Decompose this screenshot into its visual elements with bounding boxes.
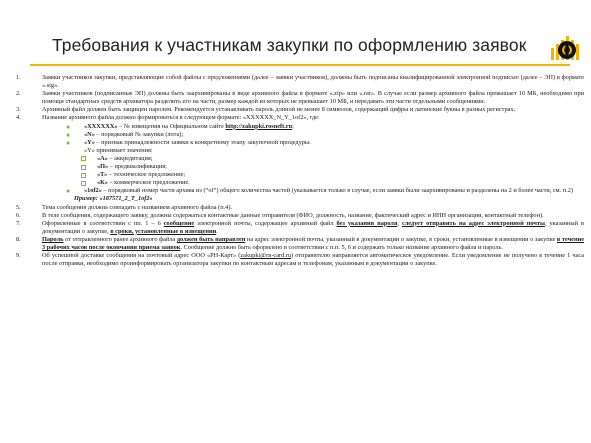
sub-item: ● «XXXXXX» – № извещения на Официальном … — [14, 123, 584, 131]
list-item: 1. Заявки участников закупки, представля… — [14, 74, 584, 90]
list-item: 7. Оформленные в соответствии с пп. 1 – … — [14, 220, 584, 236]
item-text: Оформленные в соответствии с пп. 1 – 6 — [42, 219, 164, 227]
list-item: 8. Пароль от отправленного ранее архивно… — [14, 236, 584, 252]
item-text: Тема сообщения должна совпадать с назван… — [42, 203, 232, 211]
sub-item-text: – № извещения на Официальном сайте — [117, 122, 226, 130]
item-emphasis: следует отправить на адрес электронной п… — [401, 219, 545, 227]
slide: Требования к участникам закупки по оформ… — [0, 0, 591, 443]
requirements-list: 1. Заявки участников закупки, представля… — [14, 74, 584, 268]
sub-item-tail: ; — [292, 122, 294, 130]
item-text: Архивный файл должен быть защищен пароле… — [42, 106, 516, 114]
y-value-item: «А» – аккредитация; — [14, 155, 584, 163]
y-value-item: «П» – предквалификация; — [14, 163, 584, 171]
bullet-icon: ● — [66, 138, 71, 147]
item-text: Об успешной доставке сообщения на почтов… — [42, 252, 241, 260]
item-text: от отправленного ранее архивного файла — [63, 235, 177, 243]
sub-item-key: «Y» — [84, 138, 95, 146]
y-value-key: «П» — [97, 163, 109, 171]
item-text: на адрес электронной почты, указанный в … — [245, 235, 557, 243]
list-item: 5. Тема сообщения должна совпадать с наз… — [14, 204, 584, 212]
item-number: 9. — [16, 252, 21, 260]
y-value-key: «А» — [97, 154, 108, 162]
y-value-text: – предквалификация; — [108, 163, 167, 171]
y-value-text: – аккредитация; — [107, 154, 153, 162]
square-bullet-icon — [81, 156, 86, 162]
item-number: 4. — [16, 114, 21, 122]
y-value-text: – техническое предложение; — [107, 171, 186, 179]
list-item: 6. В теле сообщения, содержащего заявку,… — [14, 212, 584, 220]
list-item: 4. Название архивного файла должно форми… — [14, 114, 584, 122]
item-text: В теле сообщения, содержащего заявку, до… — [42, 211, 544, 219]
list-item: 2. Заявки участников (подписанные ЭП) до… — [14, 90, 584, 106]
part-text: – порядковый номер части архива из (“of”… — [101, 187, 573, 195]
bullet-icon: ● — [66, 187, 71, 196]
item-emphasis: без указания пароля — [336, 219, 398, 227]
item-text: электронной почты, содержащее архивный ф… — [194, 219, 337, 227]
item-text: Заявки участников (подписанные ЭП) должн… — [42, 90, 584, 106]
item-emphasis: Пароль — [42, 235, 64, 243]
item-emphasis: в сроки, установленные в извещении — [110, 227, 217, 235]
example-line: Пример: «187571_2_Т_1of2» — [14, 195, 584, 203]
item-emphasis: должен быть направлен — [176, 235, 246, 243]
item-number: 3. — [16, 106, 21, 114]
sub-item: ● «1of2» – порядковый номер части архива… — [14, 187, 584, 195]
item-number: 6. — [16, 211, 21, 219]
item-text: . Сообщение должно быть оформлено в соот… — [180, 243, 503, 251]
item-number: 1. — [16, 74, 21, 81]
item-emphasis: сообщение — [163, 219, 195, 227]
square-bullet-icon — [81, 180, 86, 186]
list-item: 9. Об успешной доставке сообщения на поч… — [14, 252, 584, 268]
item-text: Заявки участников закупки, представляющи… — [42, 74, 584, 90]
bullet-icon: ● — [66, 130, 71, 139]
square-bullet-icon — [81, 172, 86, 178]
y-value-item: «К» – коммерческое предложение. — [14, 179, 584, 187]
y-value-text: – коммерческое предложение. — [107, 179, 190, 187]
list-item: 3. Архивный файл должен быть защищен пар… — [14, 106, 584, 114]
example-label: Пример: — [74, 195, 100, 203]
item-number: 2. — [16, 90, 21, 98]
sub-item-key: «XXXXXX» — [84, 122, 118, 130]
part-key: «1of2» — [84, 187, 102, 195]
sub-item-text: – порядковый № закупки (лота); — [94, 130, 184, 138]
y-value-key: «Т» — [97, 171, 108, 179]
bullet-icon: ● — [66, 122, 71, 131]
sub-item: ● «Y» – признак принадлежности заявки к … — [14, 139, 584, 147]
y-intro: «Y» принимает значения: — [84, 146, 153, 154]
email-link[interactable]: zakupki@rn-card.ru — [240, 252, 291, 259]
item-number: 5. — [16, 203, 21, 211]
item-text: Название архивного файла должно формиров… — [42, 114, 320, 122]
zakupki-link[interactable]: http://zakupki.rosneft.ru — [225, 123, 292, 130]
square-bullet-icon — [81, 164, 86, 170]
example-value: «187571_2_Т_1of2» — [99, 195, 153, 203]
sub-item: ● «N» – порядковый № закупки (лота); — [14, 131, 584, 139]
y-value-item: «Т» – техническое предложение; — [14, 171, 584, 179]
y-value-key: «К» — [97, 179, 108, 187]
item-number: 7. — [16, 219, 21, 227]
slide-title: Требования к участникам закупки по оформ… — [52, 35, 527, 55]
sub-item-text: – признак принадлежности заявки к конкре… — [94, 138, 311, 146]
company-logo-icon — [551, 36, 579, 60]
item-number: 8. — [16, 235, 21, 243]
sub-item-key: «N» — [84, 130, 95, 138]
item-text: . — [216, 227, 218, 235]
title-underline — [30, 64, 570, 66]
